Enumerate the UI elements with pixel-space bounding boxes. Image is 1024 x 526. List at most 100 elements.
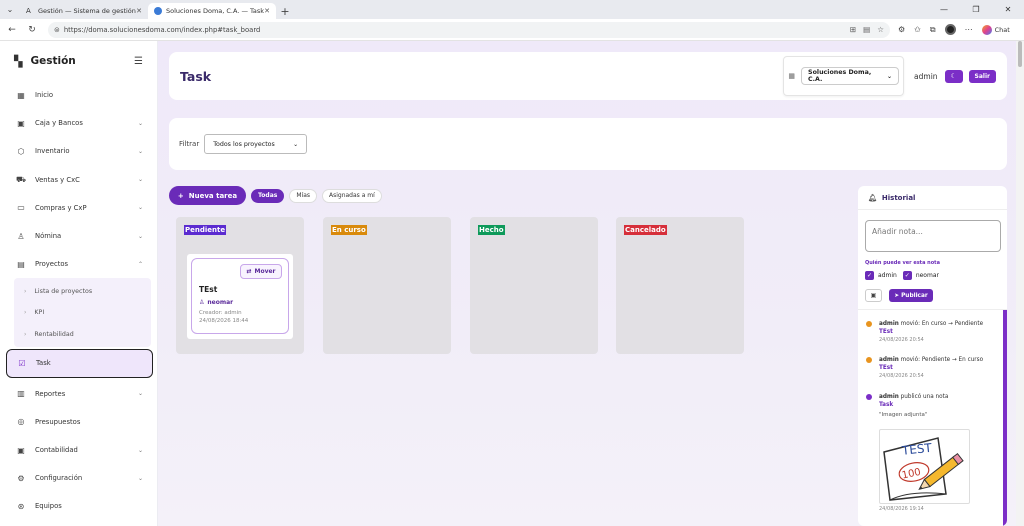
url-field[interactable]: ⊜ https://doma.solucionesdoma.com/index.… (48, 21, 890, 38)
company-select[interactable]: Soluciones Doma, C.A. ⌄ (801, 67, 900, 85)
entry-link[interactable]: TEst (879, 329, 893, 335)
submenu-item-kpi[interactable]: › KPI (14, 302, 151, 324)
page-title: Task (180, 68, 212, 84)
entry-action: publicó una nota (900, 394, 949, 400)
sidebar-item-caja-bancos[interactable]: ▣ Caja y Bancos ⌄ (0, 109, 157, 137)
filter-pill-todas[interactable]: Todas (251, 188, 285, 203)
browser-tab-active[interactable]: Soluciones Doma, C.A. — Task ✕ (148, 3, 276, 19)
minimize-icon[interactable]: — (928, 0, 960, 19)
url-text: https://doma.solucionesdoma.com/index.ph… (63, 25, 261, 34)
scrollbar-thumb[interactable] (1018, 41, 1022, 67)
project-filter-select[interactable]: Todos los proyectos ⌄ (204, 134, 308, 154)
sidebar-item-reportes[interactable]: ▥ Reportes ⌄ (0, 380, 157, 408)
sidebar-item-compras[interactable]: ▭ Compras y CxP ⌄ (0, 194, 157, 222)
brand: ▚ Gestión ☰ (0, 41, 157, 81)
sidebar-item-nomina[interactable]: ♙ Nómina ⌄ (0, 222, 157, 250)
reader-icon[interactable]: ▤ (863, 25, 870, 34)
close-window-icon[interactable]: ✕ (992, 0, 1024, 19)
copilot-chat-button[interactable]: Chat (981, 24, 1010, 35)
publish-button[interactable]: ➤ Publicar (889, 289, 933, 302)
entry-user: admin (879, 321, 899, 327)
profile-avatar[interactable] (944, 24, 956, 35)
send-icon: ➤ (894, 292, 900, 299)
copilot-icon (981, 24, 992, 35)
publish-label: Publicar (901, 292, 928, 299)
brand-name: Gestión (30, 55, 76, 67)
column-title: Hecho (478, 225, 505, 235)
menu-toggle-icon[interactable]: ☰ (134, 56, 143, 67)
collections-icon[interactable]: ⧉ (930, 25, 936, 35)
new-tab-button[interactable]: + (276, 3, 294, 19)
note-textarea[interactable]: Añadir nota... (865, 220, 1001, 252)
submenu-item-lista-proyectos[interactable]: › Lista de proyectos (14, 280, 151, 302)
more-menu-icon[interactable]: ⋯ (965, 25, 973, 34)
favorites-icon[interactable]: ✩ (914, 25, 921, 34)
sidebar-item-equipos[interactable]: ⊛ Equipos (0, 492, 157, 520)
tab-close-icon[interactable]: ✕ (264, 7, 270, 15)
sidebar-item-ventas[interactable]: ⛟ Ventas y CxC ⌄ (0, 166, 157, 194)
sidebar-item-label: Proyectos (35, 260, 69, 269)
sidebar-item-contabilidad[interactable]: ▣ Contabilidad ⌄ (0, 436, 157, 464)
entry-link[interactable]: Task (879, 402, 893, 408)
sidebar-item-label: Configuración (35, 474, 83, 483)
theme-toggle-button[interactable]: ☾ (944, 69, 963, 83)
browser-tabbar: ⌄ A Gestión — Sistema de gestión em ✕ So… (0, 0, 1024, 19)
task-card-body: ⇄ Mover TEst ♙ neomar Creador: admin 24/… (191, 258, 289, 334)
back-icon[interactable]: ← (4, 25, 20, 35)
grid-icon: ▦ (17, 90, 25, 100)
sidebar-item-proyectos[interactable]: ▤ Proyectos ⌃ (0, 250, 157, 278)
chevron-up-icon: ⌃ (137, 260, 143, 268)
entry-link[interactable]: TEst (879, 365, 893, 371)
logout-button[interactable]: Salir (968, 69, 996, 83)
viewer-checkbox[interactable]: ✓ (902, 271, 912, 280)
company-select-value: Soluciones Doma, C.A. (808, 69, 872, 83)
filter-pill-asignadas[interactable]: Asignadas a mí (322, 188, 382, 203)
page-scrollbar[interactable] (1016, 41, 1024, 526)
site-info-icon[interactable]: ⊜ (54, 26, 60, 34)
tab-close-icon[interactable]: ✕ (136, 7, 142, 15)
people-icon: ♙ (17, 231, 25, 241)
ledger-icon: ▣ (17, 445, 25, 455)
restore-icon[interactable]: ❐ (960, 0, 992, 19)
bell-icon: 🔔︎ (868, 193, 877, 202)
task-card[interactable]: ⇄ Mover TEst ♙ neomar Creador: admin 24/… (187, 254, 293, 339)
filter-pill-mias[interactable]: Mías (289, 188, 317, 203)
new-task-button[interactable]: + Nueva tarea (169, 186, 246, 205)
sidebar-item-label: Reportes (35, 389, 66, 398)
reload-icon[interactable]: ↻ (24, 25, 40, 35)
cart-icon: ⛟ (15, 174, 27, 184)
tab-list-icon[interactable]: ⌄ (0, 0, 20, 19)
favorite-star-icon[interactable]: ☆ (877, 25, 884, 34)
status-dot (866, 357, 872, 363)
sidebar-item-presupuestos[interactable]: ◎ Presupuestos (0, 408, 157, 436)
attach-image-button[interactable]: ▣ (865, 289, 882, 302)
swap-arrows-icon: ⇄ (246, 268, 252, 275)
extensions-icon[interactable]: ⚙ (898, 25, 905, 34)
sidebar-item-label: Inventario (35, 147, 70, 156)
chevron-down-icon: ⌄ (137, 446, 143, 454)
task-creator: Creador: admin (199, 310, 242, 316)
sidebar-item-inventario[interactable]: ⬡ Inventario ⌄ (0, 137, 157, 165)
dashboard-logo-icon: ▚ (14, 54, 23, 68)
box-icon: ⬡ (17, 146, 25, 156)
chevron-right-icon: › (24, 309, 27, 317)
historial-scrollbar[interactable] (1003, 310, 1007, 526)
move-task-button[interactable]: ⇄ Mover (240, 264, 282, 279)
entry-quote: "Imagen adjunta" (879, 412, 928, 418)
sidebar-item-label: Equipos (35, 502, 62, 511)
target-icon: ◎ (17, 417, 25, 427)
attached-image[interactable]: TEST 100 (879, 429, 970, 504)
purchase-icon: ▭ (17, 203, 25, 213)
apps-icon[interactable]: ⊞ (850, 25, 856, 34)
tab-title: Soluciones Doma, C.A. — Task (166, 7, 265, 15)
viewer-checkbox[interactable]: ✓ (865, 271, 874, 280)
browser-tab[interactable]: A Gestión — Sistema de gestión em ✕ (20, 3, 148, 19)
board-column-cancelado: Cancelado (616, 217, 744, 354)
sidebar-item-task[interactable]: ☑ Task (6, 349, 153, 378)
plus-icon: + (177, 191, 184, 200)
column-title: En curso (331, 225, 367, 235)
sidebar-item-configuracion[interactable]: ⚙ Configuración ⌄ (0, 464, 157, 492)
submenu-item-rentabilidad[interactable]: › Rentabilidad (14, 324, 151, 346)
sidebar-item-label: Caja y Bancos (35, 119, 83, 128)
sidebar-item-inicio[interactable]: ▦ Inicio (0, 81, 157, 109)
